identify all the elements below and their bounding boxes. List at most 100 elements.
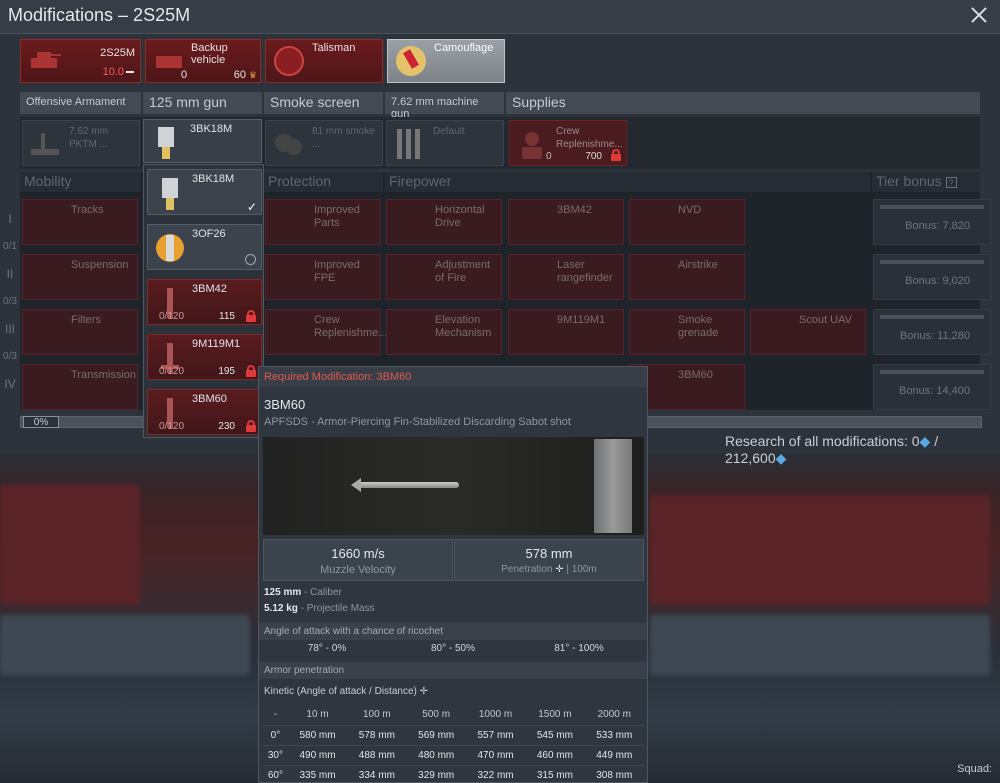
help-icon[interactable]: ? [945, 177, 957, 188]
mod-transmission[interactable]: Transmission [22, 364, 138, 410]
camouflage-brush-icon [396, 46, 426, 76]
mod-label: Improved Parts [314, 204, 360, 229]
vehicle-card[interactable]: 2S25M 10.0 [20, 39, 141, 83]
crew-count: 0 [546, 151, 552, 162]
cat-supplies: Supplies [506, 92, 980, 114]
table-cell: 335 mm [287, 765, 348, 783]
mass-value: 5.12 kg [264, 603, 298, 614]
mod-label: Filters [71, 314, 101, 326]
penetration-value: 578 mm [525, 546, 573, 561]
mod-label: Horizontal Drive [435, 204, 485, 229]
tier-4-label: IV [4, 377, 16, 391]
shell-name: 9M119M1 [192, 338, 241, 350]
bonus-value: Bonus: 11,280 [899, 330, 970, 342]
minus-icon [126, 71, 134, 73]
radio-icon[interactable] [245, 254, 256, 265]
mod-suspension[interactable]: Suspension [22, 254, 138, 300]
mod-elevation-mechanism[interactable]: Elevation Mechanism [386, 309, 502, 355]
rp-icon: ◆ [919, 433, 931, 449]
mod-label: Scout UAV [799, 314, 852, 326]
muzzle-velocity-value: 1660 m/s [331, 546, 385, 561]
table-cell: 488 mm [347, 745, 407, 766]
mod-tracks[interactable]: Tracks [22, 199, 138, 245]
shell-option-9m119m1[interactable]: 9M119M1 0/120 195 [147, 334, 262, 380]
table-cell: - [263, 705, 288, 726]
close-icon[interactable] [968, 4, 990, 26]
bonus-bar [880, 370, 984, 374]
mod-label: 3BM60 [678, 369, 713, 381]
section-mobility: Mobility [20, 172, 141, 192]
mod-label: 9M119M1 [557, 314, 606, 326]
table-cell: 569 mm [406, 725, 466, 746]
mod-label: Airstrike [678, 259, 718, 271]
shell-progress: 0/120 [159, 366, 185, 377]
heat-shell-icon [158, 127, 174, 159]
eagle-icon: ♛ [248, 70, 257, 80]
slot-smoke-label: 81 mm smoke ... [312, 126, 375, 150]
bonus-bar [880, 260, 984, 264]
shell-option-3bm42[interactable]: 3BM42 0/120 115 [147, 279, 262, 325]
cat-offensive-armament: Offensive Armament [20, 92, 141, 114]
mod-filters[interactable]: Filters [22, 309, 138, 355]
mod-nvd[interactable]: NVD [629, 199, 745, 245]
cat-smoke-screen: Smoke screen [264, 92, 383, 114]
mod-9m119m1[interactable]: 9M119M1 [508, 309, 624, 355]
shell-option-3bm60[interactable]: 3BM60 0/120 230 [147, 389, 262, 435]
table-cell: 60° [263, 765, 288, 783]
slot-crew-label: Crew Replenishme... [556, 126, 623, 150]
table-cell: 449 mm [584, 745, 644, 766]
slot-pktm[interactable]: 7.62 mm PKTM ... [22, 120, 140, 166]
shell-option-3of26[interactable]: 3OF26 [147, 224, 262, 270]
slot-smoke[interactable]: 81 mm smoke ... [265, 120, 383, 166]
machine-gun-icon [31, 133, 59, 155]
cat-machine-gun: 7.62 mm machine gun [385, 92, 504, 120]
shell-progress: 0/120 [159, 311, 185, 322]
talisman-card[interactable]: Talisman [265, 39, 383, 83]
mod-label: Smoke grenade [678, 314, 719, 339]
lock-icon [246, 365, 256, 377]
table-cell: 500 m [406, 705, 466, 726]
ricochet-value: 78° - 0% [307, 643, 347, 654]
mod-improved-fpe[interactable]: Improved FPE [265, 254, 381, 300]
backup-vehicle-card[interactable]: Backup vehicle 0 60 ♛ [145, 39, 261, 83]
table-cell: 1500 m [525, 705, 585, 726]
battle-rating: 10.0 [102, 66, 124, 78]
tier-2-count: 0/3 [3, 296, 17, 307]
table-cell: 480 mm [406, 745, 466, 766]
lock-icon [246, 420, 256, 432]
mod-smoke-grenade[interactable]: Smoke grenade [629, 309, 745, 355]
selected-shell-slot[interactable]: 3BK18M [143, 119, 262, 163]
scene-shape [0, 485, 140, 605]
shell-option-3bk18m[interactable]: 3BK18M ✓ [147, 169, 262, 215]
mod-crew-replenishment[interactable]: Crew Replenishme... [265, 309, 387, 355]
slot-mg-default[interactable]: Default [386, 120, 504, 166]
mod-horizontal-drive[interactable]: Horizontal Drive [386, 199, 502, 245]
section-protection: Protection [264, 172, 383, 192]
slot-crew-replenishment[interactable]: Crew Replenishme... 0 700 [509, 120, 627, 166]
table-cell: 470 mm [465, 745, 526, 766]
shell-name: 3BM60 [192, 393, 227, 405]
tier-bonus-label: Tier bonus [876, 173, 942, 189]
mod-adjustment-of-fire[interactable]: Adjustment of Fire [386, 254, 502, 300]
mod-label: NVD [678, 204, 702, 216]
tier-bonus-1: Bonus: 7,820 [873, 199, 991, 245]
camouflage-card[interactable]: Camouflage [387, 39, 505, 83]
tier-bonus-3: Bonus: 11,280 [873, 309, 991, 355]
backup-count: 0 [181, 69, 188, 81]
mod-airstrike[interactable]: Airstrike [629, 254, 745, 300]
bonus-value: Bonus: 9,020 [905, 275, 970, 287]
table-cell: 580 mm [287, 725, 348, 746]
table-row: 30° 490 mm 488 mm 480 mm 470 mm 460 mm 4… [263, 745, 644, 766]
mod-scout-uav[interactable]: Scout UAV [750, 309, 866, 355]
tier-bonus-2: Bonus: 9,020 [873, 254, 991, 300]
mod-improved-parts[interactable]: Improved Parts [265, 199, 381, 245]
shell-progress: 0/120 [159, 421, 185, 432]
section-tier-bonus: Tier bonus ? [872, 172, 980, 192]
selected-shell-label: 3BK18M [190, 123, 233, 135]
mod-3bm42[interactable]: 3BM42 [508, 199, 624, 245]
mod-laser-rangefinder[interactable]: Laser rangefinder [508, 254, 624, 300]
crosshair-icon: ✛ [555, 564, 564, 575]
penetration-caption: Penetration ✛ | 100m [455, 564, 643, 575]
heat-shell-icon [162, 178, 178, 210]
projectile-graphic [351, 478, 459, 492]
